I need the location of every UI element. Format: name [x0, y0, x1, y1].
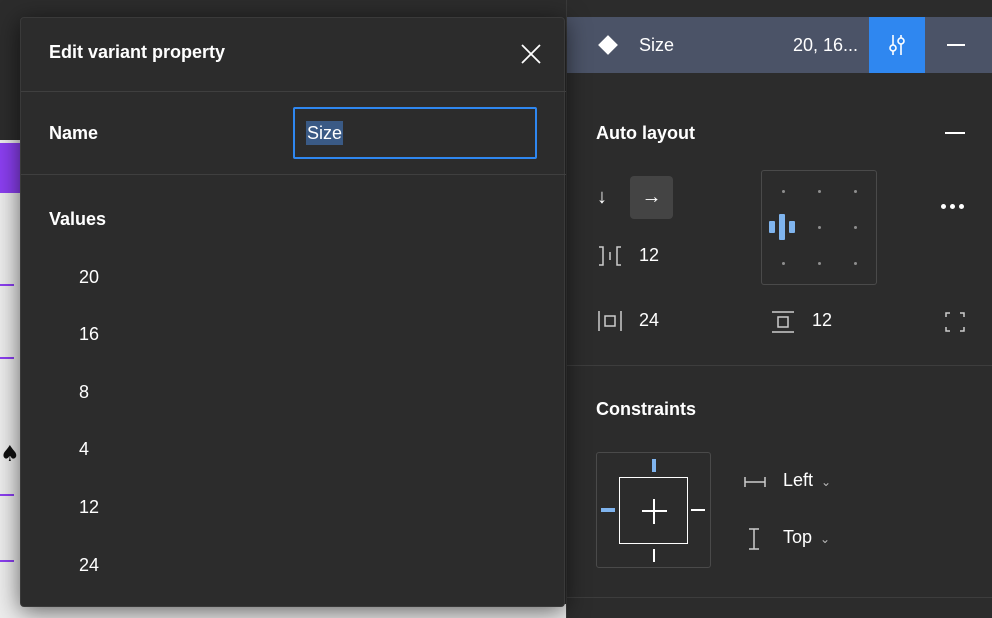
horizontal-constraint-icon [744, 477, 766, 487]
align-dot[interactable] [854, 226, 857, 229]
property-name-text[interactable]: Size [306, 121, 344, 145]
align-dot[interactable] [818, 262, 821, 265]
dialog-title: Edit variant property [49, 42, 226, 62]
canvas-guide-mark [0, 284, 14, 286]
dialog-divider [21, 174, 566, 175]
horizontal-padding-icon [598, 311, 622, 331]
direction-horizontal-icon[interactable]: → [630, 176, 673, 219]
vertical-constraint-icon [749, 528, 759, 550]
remove-property-icon[interactable] [947, 44, 965, 46]
chevron-down-icon: ⌄ [820, 532, 831, 546]
align-dot[interactable] [818, 190, 821, 193]
variant-value-item[interactable]: 20 [79, 267, 99, 288]
variant-value-item[interactable]: 4 [79, 439, 89, 460]
variant-value-item[interactable]: 24 [79, 555, 99, 576]
edit-property-button[interactable] [869, 17, 925, 73]
properties-panel: Size 20, 16... Auto layout ↓ → 12 24 12 … [566, 0, 992, 618]
spacing-between-icon [599, 246, 621, 266]
canvas-icon-fragment: ♠ [0, 442, 20, 467]
canvas-purple-shape [0, 143, 22, 193]
canvas-guide-mark [0, 357, 14, 359]
variant-value-item[interactable]: 8 [79, 382, 89, 403]
adjust-sliders-icon [889, 35, 905, 55]
constraints-title: Constraints [596, 399, 697, 419]
section-divider [567, 597, 992, 598]
direction-vertical-icon[interactable]: ↓ [597, 186, 607, 209]
vertical-padding-icon [772, 311, 794, 333]
vertical-constraint-value: Top [783, 527, 813, 547]
constraint-bottom-indicator[interactable] [653, 549, 655, 562]
constraint-frame [619, 477, 688, 544]
edit-variant-property-dialog: Edit variant property Name Size Values 2… [20, 17, 566, 607]
close-icon[interactable] [519, 42, 543, 66]
auto-layout-title: Auto layout [596, 123, 695, 143]
align-dot[interactable] [782, 262, 785, 265]
alignment-active-indicator-icon[interactable] [768, 212, 798, 242]
canvas-guide-mark [0, 560, 14, 562]
vertical-constraint-dropdown[interactable]: Top ⌄ [783, 527, 830, 548]
vertical-padding-value[interactable]: 12 [812, 310, 832, 331]
values-label: Values [49, 209, 107, 229]
remove-auto-layout-icon[interactable] [945, 132, 965, 134]
spacing-value[interactable]: 12 [639, 245, 659, 266]
independent-padding-icon[interactable] [943, 310, 967, 334]
horizontal-padding-value[interactable]: 24 [639, 310, 659, 331]
variant-value-item[interactable]: 16 [79, 324, 99, 345]
name-label: Name [49, 123, 99, 143]
variant-property-row[interactable]: Size 20, 16... [567, 17, 992, 73]
constraint-center-v[interactable] [653, 499, 655, 524]
alignment-grid[interactable] [761, 170, 877, 285]
constraint-left-indicator[interactable] [601, 508, 615, 512]
constraint-right-indicator[interactable] [691, 509, 705, 511]
variant-diamond-icon [598, 35, 618, 55]
chevron-down-icon: ⌄ [821, 475, 832, 489]
variant-property-values: 20, 16... [793, 35, 859, 55]
variant-value-item[interactable]: 12 [79, 497, 99, 518]
align-dot[interactable] [854, 190, 857, 193]
horizontal-constraint-dropdown[interactable]: Left ⌄ [783, 470, 831, 491]
align-dot[interactable] [818, 226, 821, 229]
dialog-divider [21, 91, 566, 92]
canvas-guide-mark [0, 494, 14, 496]
constraint-top-indicator[interactable] [652, 459, 656, 472]
more-options-icon[interactable] [941, 196, 968, 214]
canvas-frame-edge [0, 140, 22, 618]
align-dot[interactable] [854, 262, 857, 265]
align-dot[interactable] [782, 190, 785, 193]
section-divider [567, 365, 992, 366]
variant-property-name: Size [639, 35, 675, 55]
horizontal-constraint-value: Left [783, 470, 814, 490]
constraints-widget[interactable] [596, 452, 711, 568]
